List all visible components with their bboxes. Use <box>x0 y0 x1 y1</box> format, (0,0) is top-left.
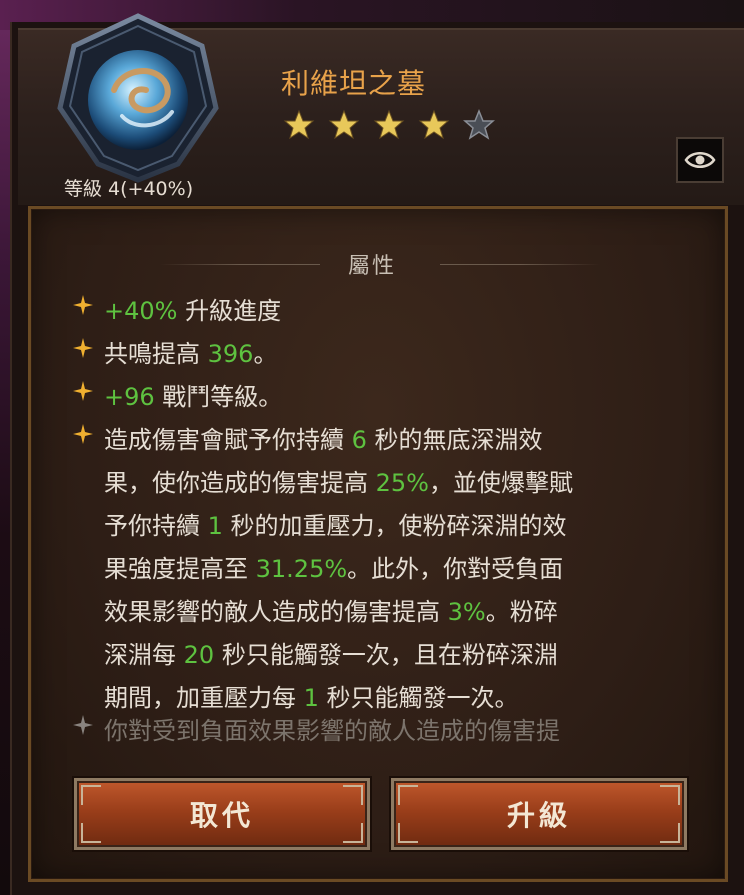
affix-value: 1 <box>303 684 319 712</box>
affix-text: 。 <box>253 340 278 368</box>
affix-text: 造成傷害會賦予你持續 <box>104 426 352 454</box>
affix-value: +40% <box>104 297 178 325</box>
affix-value: 20 <box>183 641 215 669</box>
star-filled-icon <box>418 109 450 140</box>
affix-line: +40% 升級進度 <box>104 290 694 333</box>
inactive-bullet-icon <box>73 715 93 735</box>
star-rating <box>282 108 496 142</box>
star-filled-icon <box>373 109 405 140</box>
eye-icon <box>684 152 716 168</box>
button-corner <box>398 823 418 843</box>
affix-value: +96 <box>104 383 155 411</box>
button-corner <box>343 785 363 805</box>
affix-text: 共鳴提高 <box>104 340 208 368</box>
affix-text: 秒的加重壓力，使粉碎深淵的效 <box>222 512 567 540</box>
affix-value: 6 <box>351 426 367 454</box>
affix-bullet-icon <box>73 295 93 315</box>
glyph-level: 等級 4(+40%) <box>64 178 194 200</box>
affix-text: 期間，加重壓力每 <box>104 684 304 712</box>
affix-text: 果強度提高至 <box>104 555 256 583</box>
star-filled-icon <box>328 109 360 140</box>
section-title: 屬性 <box>347 254 396 279</box>
affix-value: 3% <box>447 598 486 626</box>
affix-text: 秒只能觸發一次，且在粉碎深淵 <box>214 641 558 669</box>
affix-subline: 果強度提高至 31.25%。此外，你對受負面 <box>104 548 694 591</box>
affix-subline: 效果影響的敵人造成的傷害提高 3%。粉碎 <box>104 591 694 634</box>
affix-value: 396 <box>207 340 254 368</box>
affix-bullet-icon <box>73 381 93 401</box>
affix-line: 造成傷害會賦予你持續 6 秒的無底深淵效 果，使你造成的傷害提高 25%，並使爆擊… <box>104 419 694 720</box>
button-corner <box>343 823 363 843</box>
button-corner <box>660 823 680 843</box>
button-corner <box>660 785 680 805</box>
affix-text: 。此外，你對受負面 <box>347 555 564 583</box>
affix-text: 秒只能觸發一次。 <box>318 684 519 712</box>
affix-text: 。粉碎 <box>485 598 558 626</box>
affix-text: 果，使你造成的傷害提高 <box>104 469 376 497</box>
affix-subline: 予你持續 1 秒的加重壓力，使粉碎深淵的效 <box>104 505 694 548</box>
affix-subline: 深淵每 20 秒只能觸發一次，且在粉碎深淵 <box>104 634 694 677</box>
replace-button[interactable]: 取代 <box>74 778 370 850</box>
affix-bullet-icon <box>73 338 93 358</box>
button-corner <box>398 785 418 805</box>
glyph-name: 利維坦之墓 <box>281 67 427 100</box>
affix-line: 共鳴提高 396。 <box>104 333 694 376</box>
star-filled-icon <box>283 109 315 140</box>
affix-text: 升級進度 <box>177 297 282 325</box>
inspect-button[interactable] <box>676 137 724 183</box>
affix-subline: 造成傷害會賦予你持續 6 秒的無底深淵效 <box>104 419 694 462</box>
star-empty-icon <box>463 108 495 140</box>
affix-text: 秒的無底深淵效 <box>366 426 543 454</box>
affix-line: +96 戰鬥等級。 <box>104 376 694 419</box>
inactive-affix: 你對受到負面效果影響的敵人造成的傷害提 <box>104 717 560 745</box>
affix-value: 31.25% <box>255 555 348 583</box>
affix-text: 戰鬥等級。 <box>154 383 283 411</box>
affix-text: 深淵每 <box>104 641 184 669</box>
upgrade-button-label: 升級 <box>506 799 571 832</box>
button-corner <box>81 823 101 843</box>
affix-value: 1 <box>207 512 223 540</box>
button-corner <box>81 785 101 805</box>
affix-bullet-icon <box>73 424 93 444</box>
affix-value: 25% <box>375 469 429 497</box>
affix-text: ，並使爆擊賦 <box>428 469 573 497</box>
glyph-emblem-icon <box>57 13 219 183</box>
replace-button-label: 取代 <box>189 799 254 832</box>
affix-subline: 果，使你造成的傷害提高 25%，並使爆擊賦 <box>104 462 694 505</box>
upgrade-button[interactable]: 升級 <box>391 778 687 850</box>
affix-text: 予你持續 <box>104 512 208 540</box>
affix-text: 效果影響的敵人造成的傷害提高 <box>104 598 448 626</box>
